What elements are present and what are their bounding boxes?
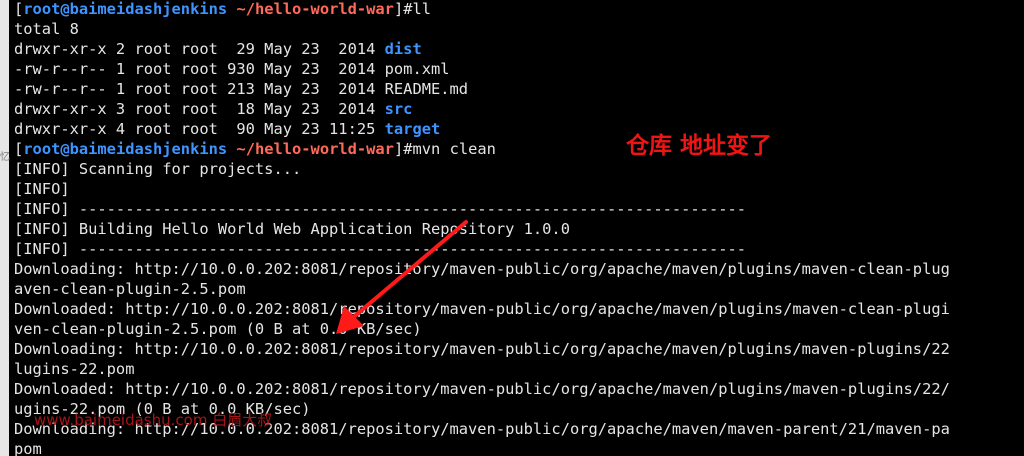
output-line: ven-clean-plugin-2.5.pom (0 B at 0.0 KB/…	[14, 320, 422, 338]
watermark: www.baimeidashu.com 白眉大叔	[34, 411, 273, 429]
output-line: lugins-22.pom	[14, 360, 135, 378]
prompt-line-1: [root@baimeidashjenkins ~/hello-world-wa…	[14, 0, 1024, 19]
output-line: [INFO] ---------------------------------…	[14, 240, 747, 258]
output-line: Downloading: http://10.0.0.202:8081/repo…	[14, 340, 950, 358]
output-line: Downloading: http://10.0.0.202:8081/repo…	[14, 260, 950, 278]
listing-perms: -rw-r--r-- 1 root root 930 May 23 2014	[14, 60, 385, 78]
listing-name-target: target	[384, 120, 441, 138]
output-line: [INFO] ---------------------------------…	[14, 200, 747, 218]
command-mvn-clean: mvn clean	[412, 140, 496, 158]
listing-row: -rw-r--r-- 1 root root 213 May 23 2014 R…	[14, 79, 1024, 99]
output-line: Downloaded: http://10.0.0.202:8081/repos…	[14, 380, 950, 398]
listing-name-pom: pom.xml	[384, 60, 450, 78]
output-line: Downloaded: http://10.0.0.202:8081/repos…	[14, 300, 950, 318]
output-line: [INFO] Building Hello World Web Applicat…	[14, 220, 570, 238]
prompt-user-host: root@baimeidashjenkins	[23, 140, 228, 158]
listing-name-src: src	[384, 100, 413, 118]
prompt-user-host: root@baimeidashjenkins	[23, 0, 228, 18]
prompt-line-2: [root@baimeidashjenkins ~/hello-world-wa…	[14, 139, 1024, 159]
listing-row: drwxr-xr-x 3 root root 18 May 23 2014 sr…	[14, 99, 1024, 119]
listing-row: drwxr-xr-x 4 root root 90 May 23 11:25 t…	[14, 119, 1024, 139]
output-line: aven-clean-plugin-2.5.pom	[14, 280, 246, 298]
listing-perms: drwxr-xr-x 2 root root 29 May 23 2014	[14, 40, 385, 58]
prompt-path: ~/hello-world-war	[236, 140, 394, 158]
prompt-open: [	[14, 140, 24, 158]
prompt-close: ]#	[393, 140, 413, 158]
left-window-edge: 忆	[0, 0, 10, 456]
listing-perms: drwxr-xr-x 3 root root 18 May 23 2014	[14, 100, 385, 118]
output-line: pom	[14, 440, 42, 456]
total-line: total 8	[14, 20, 79, 38]
annotation-text: 仓库 地址变了	[626, 133, 773, 159]
prompt-path: ~/hello-world-war	[236, 0, 394, 18]
listing-name-readme: README.md	[384, 80, 469, 98]
terminal-window[interactable]: [root@baimeidashjenkins ~/hello-world-wa…	[14, 0, 1024, 456]
prompt-open: [	[14, 0, 24, 18]
output-line: [INFO] Scanning for projects...	[14, 160, 302, 178]
listing-perms: drwxr-xr-x 4 root root 90 May 23 11:25	[14, 120, 385, 138]
listing-row: -rw-r--r-- 1 root root 930 May 23 2014 p…	[14, 59, 1024, 79]
listing-name-dist: dist	[384, 40, 422, 58]
listing-row: drwxr-xr-x 2 root root 29 May 23 2014 di…	[14, 39, 1024, 59]
listing-perms: -rw-r--r-- 1 root root 213 May 23 2014	[14, 80, 385, 98]
edge-glyph: 忆	[0, 152, 10, 163]
command-ll: ll	[412, 0, 432, 18]
prompt-close: ]#	[393, 0, 413, 18]
output-line: [INFO]	[14, 180, 70, 198]
